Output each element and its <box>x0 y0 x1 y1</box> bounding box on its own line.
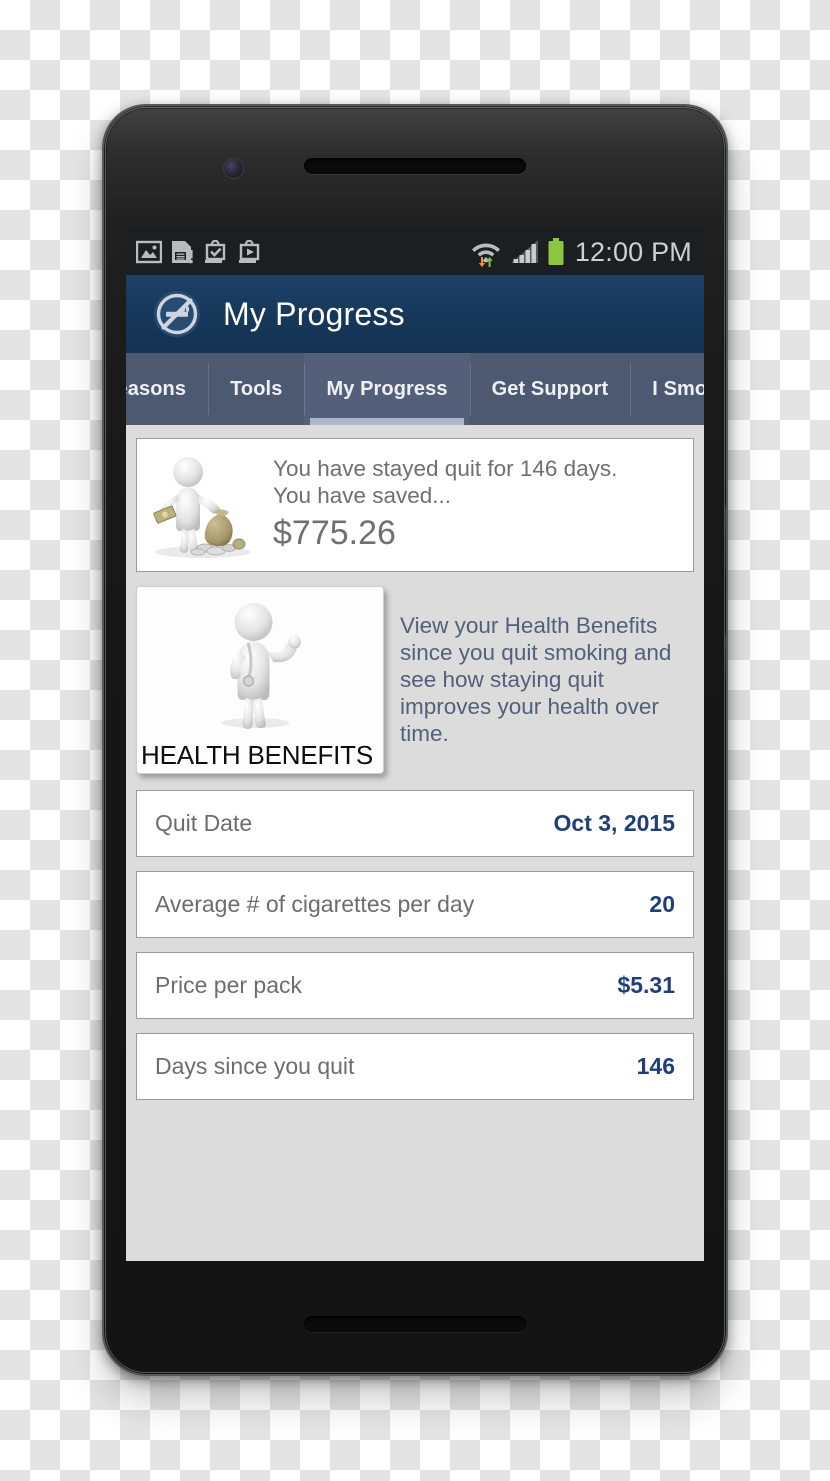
battery-full-icon <box>548 238 564 265</box>
stat-row-days-since-quit[interactable]: Days since you quit 146 <box>136 1033 694 1100</box>
stat-value: 146 <box>636 1053 675 1079</box>
tab-label: My Progress <box>326 377 448 400</box>
wifi-transfer-icon <box>471 243 500 267</box>
front-camera-icon <box>224 159 243 178</box>
no-smoking-icon <box>154 291 200 337</box>
tab-reasons[interactable]: Reasons <box>126 353 208 425</box>
tab-tools[interactable]: Tools <box>208 353 304 425</box>
health-benefits-block: HEALTH BENEFITS View your Health Benefit… <box>136 586 694 774</box>
stat-label: Days since you quit <box>155 1053 355 1079</box>
phone-screen: 12:00 PM My Progress Reasons Tools <box>126 229 704 1261</box>
savings-line-1: You have stayed quit for 146 days. <box>273 456 618 481</box>
health-benefits-button[interactable]: HEALTH BENEFITS <box>136 586 384 774</box>
tab-label: Get Support <box>491 377 609 400</box>
app-bar: My Progress <box>126 275 704 353</box>
sim-card-warning-icon <box>172 241 193 264</box>
savings-amount: $775.26 <box>273 514 396 552</box>
status-bar-left-icons <box>136 240 263 264</box>
tab-get-support[interactable]: Get Support <box>469 353 631 425</box>
cell-signal-icon <box>510 240 538 263</box>
earpiece-speaker-icon <box>304 158 526 174</box>
bottom-speaker-icon <box>304 1316 526 1332</box>
tab-bar: Reasons Tools My Progress Get Support I … <box>126 353 704 425</box>
tab-label: Reasons <box>126 377 187 400</box>
stat-row-price-per-pack[interactable]: Price per pack $5.31 <box>136 952 694 1019</box>
status-bar-right-icons: 12:00 PM <box>469 237 692 268</box>
stat-label: Quit Date <box>155 810 253 836</box>
status-bar: 12:00 PM <box>126 229 704 275</box>
savings-line-2: You have saved... <box>273 483 452 508</box>
play-store-bag-icon <box>239 240 260 263</box>
health-benefits-caption: HEALTH BENEFITS <box>141 740 374 770</box>
gallery-image-icon <box>136 240 162 264</box>
person-with-stethoscope-illustration <box>221 603 301 729</box>
stat-row-cigarettes-per-day[interactable]: Average # of cigarettes per day 20 <box>136 871 694 938</box>
status-bar-clock: 12:00 PM <box>574 236 692 267</box>
stat-value: 20 <box>649 891 675 917</box>
person-with-money-bag-illustration <box>153 457 251 558</box>
main-content: You have stayed quit for 146 days. You h… <box>126 425 704 1261</box>
savings-text-block: You have stayed quit for 146 days. You h… <box>263 455 617 555</box>
stat-row-quit-date[interactable]: Quit Date Oct 3, 2015 <box>136 790 694 857</box>
page-title: My Progress <box>223 295 405 332</box>
health-benefits-description: View your Health Benefits since you quit… <box>400 613 672 746</box>
power-button[interactable] <box>725 506 726 592</box>
stat-value: $5.31 <box>617 972 675 998</box>
stat-label: Average # of cigarettes per day <box>155 891 475 917</box>
tab-label: Tools <box>230 377 283 400</box>
stat-value: Oct 3, 2015 <box>553 810 675 836</box>
phone-device: 12:00 PM My Progress Reasons Tools <box>104 106 726 1374</box>
volume-button[interactable] <box>725 634 726 690</box>
tab-label: I Smoke <box>652 377 704 400</box>
tab-my-progress[interactable]: My Progress <box>304 353 470 425</box>
update-check-bag-icon <box>205 240 226 263</box>
tab-i-smoke[interactable]: I Smoke <box>630 353 704 425</box>
stat-label: Price per pack <box>155 972 303 998</box>
savings-card[interactable]: You have stayed quit for 146 days. You h… <box>136 438 694 572</box>
